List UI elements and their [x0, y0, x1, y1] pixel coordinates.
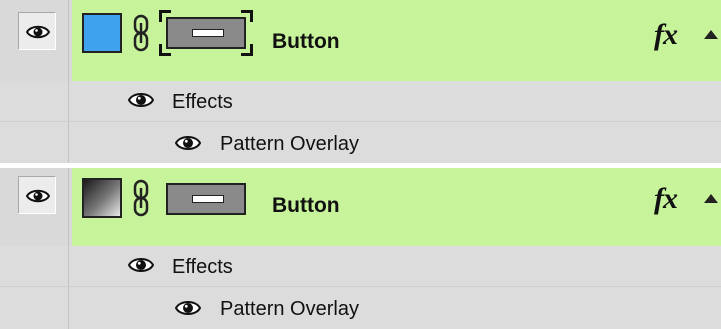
eye-icon[interactable]: [128, 91, 154, 109]
layer-name[interactable]: Button: [272, 194, 340, 218]
eye-icon: [26, 25, 50, 39]
effects-label: Effects: [172, 91, 233, 113]
effects-row[interactable]: Effects: [0, 81, 721, 122]
layer-row-button[interactable]: Button fx: [0, 0, 721, 81]
layer-name[interactable]: Button: [272, 30, 340, 54]
scroll-up-arrow-icon[interactable]: [704, 30, 718, 39]
fx-icon[interactable]: fx: [654, 182, 678, 216]
layer-row-button[interactable]: Button fx: [0, 168, 721, 246]
row-gutter: [0, 287, 69, 329]
effect-item-pattern-overlay[interactable]: Pattern Overlay: [0, 287, 721, 329]
layer-thumbnail-blue[interactable]: [82, 13, 122, 53]
mask-thumbnail: [166, 17, 246, 49]
effect-item-pattern-overlay[interactable]: Pattern Overlay: [0, 122, 721, 163]
chain-link-icon[interactable]: [132, 14, 150, 52]
selected-layer-highlight: Button fx: [72, 168, 721, 246]
row-gutter: [0, 81, 69, 121]
visibility-cell: [0, 168, 69, 246]
scroll-up-arrow-icon[interactable]: [704, 194, 718, 203]
mask-thumbnail: [166, 183, 246, 215]
effect-item-label: Pattern Overlay: [220, 298, 359, 320]
mask-bar: [192, 195, 224, 203]
effects-row[interactable]: Effects: [0, 246, 721, 287]
visibility-toggle[interactable]: [18, 12, 56, 50]
layers-panel-top: Button fx Effects Pattern Overlay: [0, 0, 721, 163]
eye-icon[interactable]: [128, 256, 154, 274]
eye-icon[interactable]: [175, 134, 201, 152]
layers-panel-bottom: Button fx Effects Pattern Overlay: [0, 168, 721, 329]
effects-label: Effects: [172, 256, 233, 278]
mask-bar: [192, 29, 224, 37]
layer-mask-thumbnail[interactable]: [159, 176, 253, 222]
fx-icon[interactable]: fx: [654, 18, 678, 52]
selected-layer-highlight: Button fx: [72, 0, 721, 81]
visibility-toggle[interactable]: [18, 176, 56, 214]
visibility-cell: [0, 0, 69, 81]
chain-link-icon[interactable]: [132, 179, 150, 217]
layer-mask-thumbnail-selected[interactable]: [159, 10, 253, 56]
layer-thumbnail-gradient[interactable]: [82, 178, 122, 218]
effect-item-label: Pattern Overlay: [220, 133, 359, 155]
eye-icon: [26, 189, 50, 203]
row-gutter: [0, 122, 69, 163]
row-gutter: [0, 246, 69, 286]
eye-icon[interactable]: [175, 299, 201, 317]
